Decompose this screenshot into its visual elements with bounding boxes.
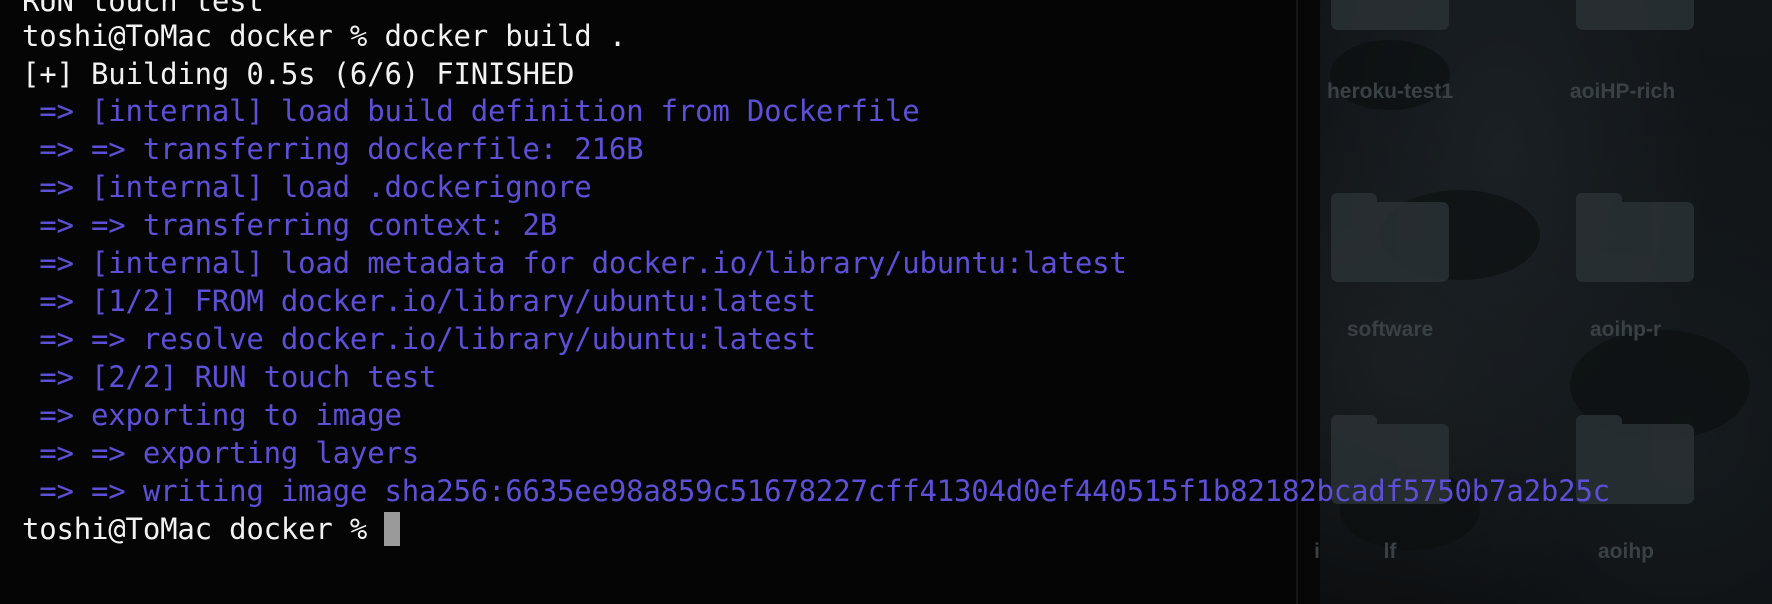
folder-icon xyxy=(1576,193,1694,282)
desktop-icon-label: software xyxy=(1346,318,1434,341)
desktop-icon-label: aoiHP-rich xyxy=(1570,80,1676,103)
desktop-icon-label: aoihp-r xyxy=(1590,318,1662,341)
terminal-output-line: => [2/2] RUN touch test xyxy=(22,360,437,394)
terminal-prompt-line[interactable]: toshi@ToMac docker % xyxy=(22,510,401,548)
terminal-line: [+] Building 0.5s (6/6) FINISHED xyxy=(22,57,575,91)
desktop-icon-label: heroku-test1 xyxy=(1326,80,1454,103)
desktop-icon-aoiHP-rich[interactable]: aoiHP-rich xyxy=(1560,0,1710,104)
desktop-icon-label: aoihp xyxy=(1598,540,1654,563)
terminal-output-line: => [1/2] FROM docker.io/library/ubuntu:l… xyxy=(22,284,816,318)
desktop-background: heroku-test1 aoiHP-rich software aoihp-r… xyxy=(1314,0,1772,604)
folder-icon xyxy=(1331,193,1449,282)
folder-icon xyxy=(1331,0,1449,30)
desktop-icon-heroku-test1[interactable]: heroku-test1 xyxy=(1315,0,1465,104)
folder-icon xyxy=(1576,0,1694,30)
desktop-icon-software[interactable]: software xyxy=(1315,193,1465,342)
terminal-output-line-image-hash: => => writing image sha256:6635ee98a859c… xyxy=(22,474,1610,508)
terminal-output-line: => => exporting layers xyxy=(22,436,419,470)
terminal-output-line: => => transferring dockerfile: 216B xyxy=(22,132,644,166)
desktop-icon-label: lf xyxy=(1383,540,1397,563)
terminal-window[interactable]: RUN touch test toshi@ToMac docker % dock… xyxy=(0,0,1298,604)
terminal-output-line: => => resolve docker.io/library/ubuntu:l… xyxy=(22,322,816,356)
screen: heroku-test1 aoiHP-rich software aoihp-r… xyxy=(0,0,1772,604)
terminal-output-line: => exporting to image xyxy=(22,398,402,432)
text-cursor xyxy=(384,512,401,546)
desktop-icon-aoihp-r[interactable]: aoihp-r xyxy=(1560,193,1710,342)
prompt-text: toshi@ToMac docker % xyxy=(22,512,385,546)
terminal-output-line: => => transferring context: 2B xyxy=(22,208,558,242)
terminal-output-line: => [internal] load .dockerignore xyxy=(22,170,592,204)
terminal-output-line: => [internal] load build definition from… xyxy=(22,94,920,128)
terminal-line: toshi@ToMac docker % docker build . xyxy=(22,19,627,53)
terminal-output-line: => [internal] load metadata for docker.i… xyxy=(22,246,1127,280)
